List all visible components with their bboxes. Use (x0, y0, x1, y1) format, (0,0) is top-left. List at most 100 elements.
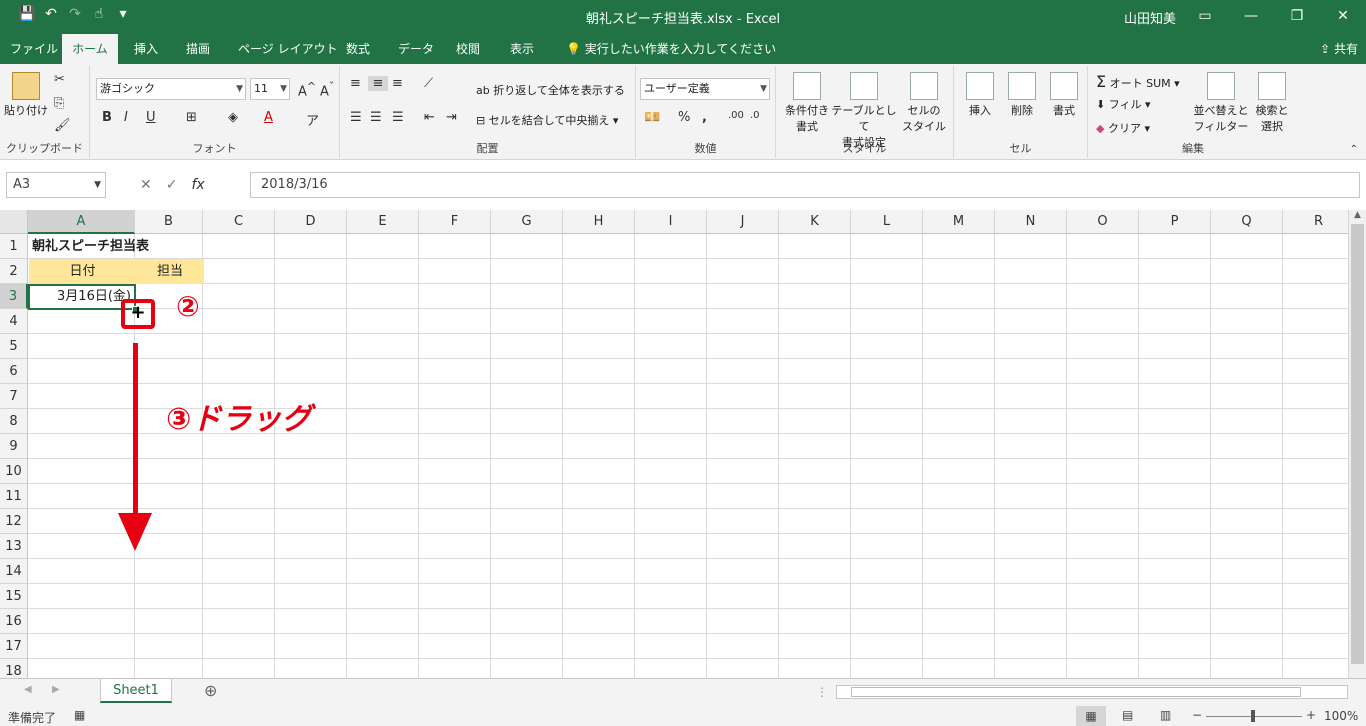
align-middle-icon[interactable]: ≡ (368, 76, 388, 91)
zoom-in-icon[interactable]: + (1306, 708, 1316, 722)
row-header-12[interactable]: 12 (0, 509, 28, 534)
row-header-8[interactable]: 8 (0, 409, 28, 434)
column-header-g[interactable]: G (491, 210, 563, 234)
column-header-b[interactable]: B (135, 210, 203, 234)
sort-filter-button[interactable]: 並べ替えと フィルター (1192, 72, 1250, 134)
tab-formulas[interactable]: 数式 (336, 34, 380, 64)
normal-view-icon[interactable]: ▦ (1076, 706, 1106, 726)
zoom-out-icon[interactable]: − (1192, 708, 1202, 722)
cut-icon[interactable]: ✂ (54, 72, 65, 87)
row-header-4[interactable]: 4 (0, 309, 28, 334)
row-header-9[interactable]: 9 (0, 434, 28, 459)
font-color-icon[interactable]: A (264, 110, 273, 125)
row-header-6[interactable]: 6 (0, 359, 28, 384)
column-header-c[interactable]: C (203, 210, 275, 234)
horizontal-scrollbar[interactable] (836, 685, 1348, 699)
splitter-handle[interactable]: ⋮ (816, 685, 828, 699)
column-header-d[interactable]: D (275, 210, 347, 234)
sheet-tab-sheet1[interactable]: Sheet1 (100, 679, 172, 703)
column-header-m[interactable]: M (923, 210, 995, 234)
column-header-e[interactable]: E (347, 210, 419, 234)
bold-button[interactable]: B (102, 110, 112, 125)
underline-button[interactable]: U (146, 110, 156, 125)
row-header-18[interactable]: 18 (0, 659, 28, 678)
shrink-font-icon[interactable]: Aˇ (320, 80, 334, 99)
scroll-thumb[interactable] (1351, 224, 1364, 664)
formula-input[interactable]: 2018/3/16 (250, 172, 1360, 198)
share-button[interactable]: ⇪ 共有 (1320, 34, 1358, 64)
zoom-slider-thumb[interactable] (1251, 710, 1255, 722)
row-header-13[interactable]: 13 (0, 534, 28, 559)
align-top-icon[interactable]: ≡ (350, 76, 361, 91)
comma-button[interactable]: , (702, 110, 707, 125)
percent-button[interactable]: % (678, 110, 690, 125)
tab-data[interactable]: データ (388, 34, 444, 64)
fill-color-icon[interactable]: ◈ (228, 110, 238, 125)
page-break-view-icon[interactable]: ▥ (1160, 708, 1171, 722)
row-header-16[interactable]: 16 (0, 609, 28, 634)
italic-button[interactable]: I (124, 110, 128, 125)
align-right-icon[interactable]: ☰ (392, 110, 404, 125)
next-sheet-icon[interactable]: ▶ (52, 684, 60, 695)
column-header-o[interactable]: O (1067, 210, 1139, 234)
prev-sheet-icon[interactable]: ◀ (24, 684, 32, 695)
find-select-button[interactable]: 検索と 選択 (1252, 72, 1292, 134)
column-header-h[interactable]: H (563, 210, 635, 234)
decrease-decimal-icon[interactable]: .0 (750, 110, 760, 121)
fill-button[interactable]: ⬇ フィル ▾ (1096, 96, 1151, 112)
tab-review[interactable]: 校閲 (446, 34, 490, 64)
user-name[interactable]: 山田知美 (1124, 8, 1176, 27)
cell-b2[interactable]: 担当 (136, 259, 204, 284)
insert-cells-button[interactable]: 挿入 (960, 72, 1000, 118)
merge-center-button[interactable]: ⊟ セルを結合して中央揃え ▾ (476, 112, 618, 128)
align-bottom-icon[interactable]: ≡ (392, 76, 403, 91)
tab-view[interactable]: 表示 (500, 34, 544, 64)
tab-draw[interactable]: 描画 (176, 34, 220, 64)
increase-indent-icon[interactable]: ⇥ (446, 110, 457, 125)
column-header-q[interactable]: Q (1211, 210, 1283, 234)
add-sheet-icon[interactable]: ⊕ (204, 681, 217, 700)
row-header-14[interactable]: 14 (0, 559, 28, 584)
minimize-icon[interactable]: — (1228, 0, 1274, 32)
column-header-f[interactable]: F (419, 210, 491, 234)
enter-icon[interactable]: ✓ (166, 172, 178, 198)
row-header-3[interactable]: 3 (0, 284, 28, 309)
column-header-r[interactable]: R (1283, 210, 1348, 234)
cell-a1[interactable]: 朝礼スピーチ担当表 (32, 234, 149, 259)
column-header-j[interactable]: J (707, 210, 779, 234)
paste-button[interactable]: 貼り付け (4, 72, 48, 118)
tab-page-layout[interactable]: ページ レイアウト (228, 34, 348, 64)
collapse-ribbon-icon[interactable]: ⌃ (1350, 144, 1358, 155)
currency-icon[interactable]: 💴 (644, 110, 660, 125)
ribbon-display-icon[interactable]: ▭ (1182, 0, 1228, 32)
select-all-corner[interactable] (0, 210, 28, 234)
row-header-7[interactable]: 7 (0, 384, 28, 409)
tab-file[interactable]: ファイル (0, 34, 68, 64)
zoom-level[interactable]: 100% (1324, 709, 1358, 723)
wrap-text-button[interactable]: ab 折り返して全体を表示する (476, 82, 625, 98)
copy-icon[interactable]: ⎘ (54, 96, 64, 111)
grow-font-icon[interactable]: A^ (298, 80, 316, 99)
row-header-2[interactable]: 2 (0, 259, 28, 284)
row-header-1[interactable]: 1 (0, 234, 28, 259)
row-header-11[interactable]: 11 (0, 484, 28, 509)
font-size-combo[interactable]: 11 ▼ (250, 78, 290, 100)
column-header-k[interactable]: K (779, 210, 851, 234)
autosum-button[interactable]: Σ オート SUM ▾ (1096, 72, 1180, 91)
column-header-a[interactable]: A (28, 210, 135, 234)
align-center-icon[interactable]: ☰ (370, 110, 382, 125)
font-name-combo[interactable]: 游ゴシック ▼ (96, 78, 246, 100)
column-header-l[interactable]: L (851, 210, 923, 234)
increase-decimal-icon[interactable]: .00 (728, 110, 744, 121)
cell-a2[interactable]: 日付 (29, 259, 136, 284)
row-header-5[interactable]: 5 (0, 334, 28, 359)
number-format-combo[interactable]: ユーザー定義 ▼ (640, 78, 770, 100)
row-header-17[interactable]: 17 (0, 634, 28, 659)
delete-cells-button[interactable]: 削除 (1002, 72, 1042, 118)
tab-insert[interactable]: 挿入 (124, 34, 168, 64)
close-icon[interactable]: ✕ (1320, 0, 1366, 32)
insert-function-icon[interactable]: fx (191, 172, 204, 198)
phonetic-icon[interactable]: ア (306, 110, 319, 129)
conditional-format-button[interactable]: 条件付き 書式 (780, 72, 834, 134)
macro-record-icon[interactable]: ▦ (74, 708, 85, 722)
